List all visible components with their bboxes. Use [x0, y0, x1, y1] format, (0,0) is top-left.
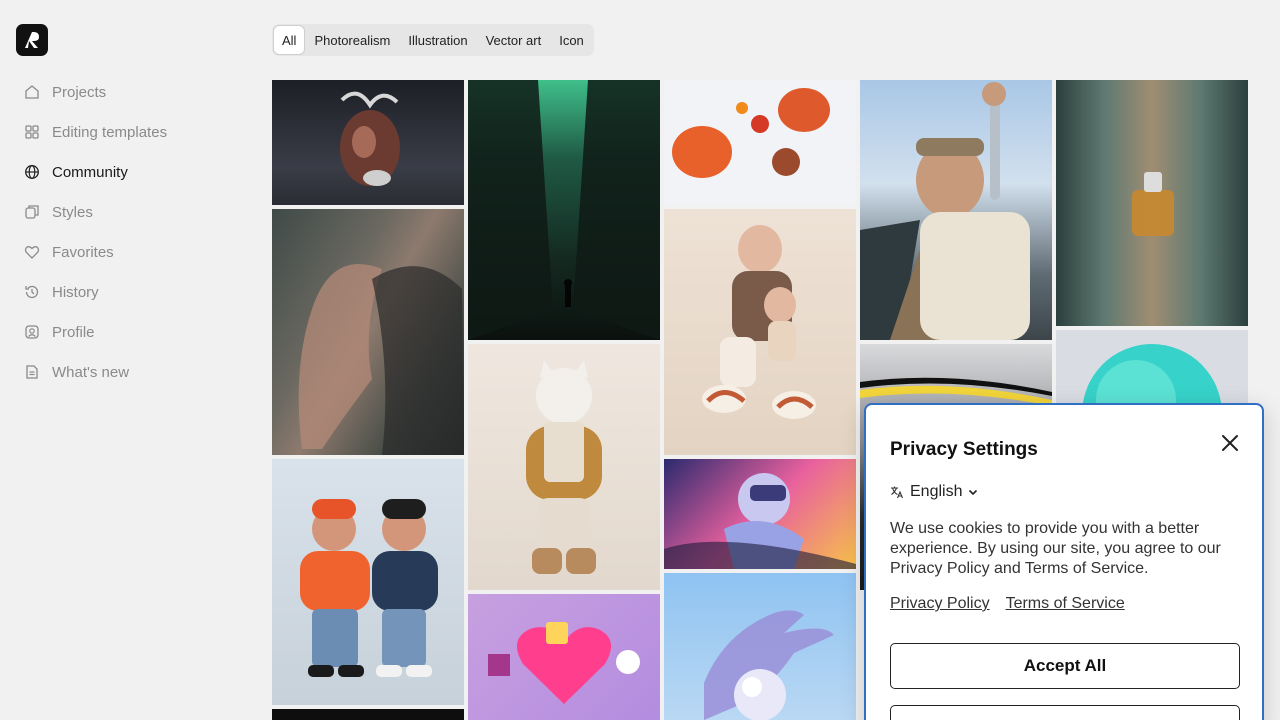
- gallery-image-hand-sphere[interactable]: [664, 573, 856, 720]
- cookie-notice-text: We use cookies to provide you with a bet…: [890, 520, 1221, 577]
- gallery-image-teal-sphere[interactable]: [1056, 330, 1248, 410]
- sidebar-item-profile[interactable]: Profile: [16, 312, 246, 352]
- styles-icon: [25, 205, 39, 219]
- home-icon: [25, 85, 39, 99]
- cat-figurine-illustration: [526, 360, 602, 574]
- gallery-image-perfume[interactable]: [1056, 80, 1248, 326]
- gallery-image-figurines[interactable]: [272, 459, 464, 705]
- gallery-image-cat-figurine[interactable]: [468, 344, 660, 590]
- gallery-image-skyscrapers[interactable]: [468, 80, 660, 340]
- sidebar-item-label: Profile: [52, 323, 95, 341]
- secondary-button[interactable]: [890, 705, 1240, 720]
- sidebar-item-label: History: [52, 283, 99, 301]
- privacy-policy-link[interactable]: Privacy Policy: [890, 595, 990, 613]
- sidebar-item-label: Community: [52, 163, 128, 181]
- gallery-image-tomatoes[interactable]: [664, 80, 856, 205]
- gallery-image-anime[interactable]: [664, 459, 856, 569]
- close-icon[interactable]: [1218, 431, 1242, 455]
- gallery-image-heart[interactable]: [272, 80, 464, 205]
- sidebar-item-label: Editing templates: [52, 123, 168, 141]
- tomatoes-illustration: [672, 88, 830, 178]
- sidebar-item-label: Projects: [52, 83, 107, 101]
- clay-figures-illustration: [702, 225, 816, 419]
- accept-all-button[interactable]: Accept All: [890, 643, 1240, 689]
- sidebar-item-styles[interactable]: Styles: [16, 192, 246, 232]
- language-label: English: [910, 483, 963, 500]
- gallery-image-clay-figures[interactable]: [664, 209, 856, 455]
- heart-illustration: [340, 91, 400, 186]
- terms-of-service-link[interactable]: Terms of Service: [1006, 595, 1125, 613]
- gallery-image-partial[interactable]: [272, 709, 464, 720]
- sidebar-item-label: Favorites: [52, 243, 114, 261]
- chevron-down-icon: [969, 489, 978, 496]
- skyscrapers-illustration: [468, 80, 660, 340]
- policy-links: Privacy Policy Terms of Service: [890, 595, 1125, 613]
- app-logo[interactable]: [16, 24, 48, 56]
- language-selector[interactable]: English: [890, 483, 986, 501]
- gallery-image-fisherman[interactable]: [860, 80, 1052, 340]
- gallery-image-portrait[interactable]: [272, 209, 464, 455]
- gallery-image-3d-heart[interactable]: [468, 594, 660, 720]
- anime-illustration: [664, 473, 856, 569]
- sidebar-item-label: What's new: [52, 363, 130, 381]
- perfume-illustration: [1132, 172, 1174, 236]
- category-filter: All Photorealism Illustration Vector art…: [272, 24, 594, 56]
- sidebar-nav: Projects Editing templates Community Sty…: [16, 72, 246, 392]
- dialog-title: Privacy Settings: [890, 439, 1038, 460]
- teal-sphere-illustration: [1082, 344, 1222, 410]
- figurines-illustration: [300, 499, 438, 677]
- filter-chip-illustration[interactable]: Illustration: [400, 26, 475, 54]
- hand-sphere-illustration: [704, 610, 834, 720]
- sidebar-item-history[interactable]: History: [16, 272, 246, 312]
- grid-icon: [25, 125, 39, 139]
- sidebar-item-whats-new[interactable]: What's new: [16, 352, 246, 392]
- fisherman-illustration: [860, 82, 1030, 340]
- globe-icon: [25, 165, 39, 179]
- filter-chip-photorealism[interactable]: Photorealism: [306, 26, 398, 54]
- sidebar-item-projects[interactable]: Projects: [16, 72, 246, 112]
- sidebar: Projects Editing templates Community Sty…: [0, 0, 260, 720]
- sidebar-item-label: Styles: [52, 203, 93, 221]
- filter-chip-all[interactable]: All: [274, 26, 305, 54]
- sidebar-item-community[interactable]: Community: [16, 152, 246, 192]
- heart-icon: [24, 246, 40, 259]
- 3d-heart-illustration: [488, 622, 640, 704]
- logo-mark-icon: [25, 32, 39, 48]
- profile-icon: [25, 325, 39, 339]
- privacy-settings-dialog: Privacy Settings English We use cookies …: [864, 403, 1264, 720]
- portrait-illustration: [298, 264, 464, 455]
- sidebar-item-favorites[interactable]: Favorites: [16, 232, 246, 272]
- document-icon: [26, 365, 38, 379]
- filter-chip-vector-art[interactable]: Vector art: [478, 26, 550, 54]
- filter-chip-icon[interactable]: Icon: [551, 26, 592, 54]
- translate-icon: [891, 486, 904, 499]
- sidebar-item-editing-templates[interactable]: Editing templates: [16, 112, 246, 152]
- history-icon: [25, 285, 39, 299]
